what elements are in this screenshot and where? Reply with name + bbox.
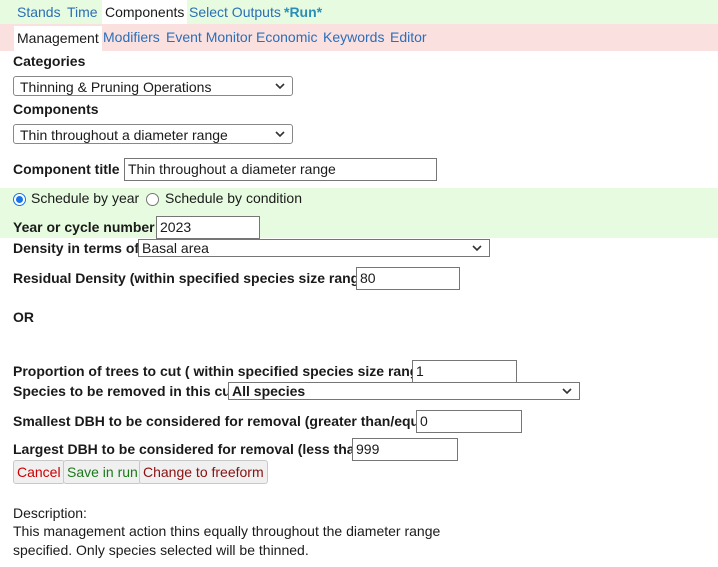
- categories-select-value: Thinning & Pruning Operations: [20, 79, 212, 95]
- tab-select-outputs[interactable]: Select Outputs: [189, 4, 281, 20]
- density-select[interactable]: Basal area: [138, 239, 490, 257]
- component-title-input[interactable]: Thin throughout a diameter range: [124, 158, 437, 181]
- components-select[interactable]: Thin throughout a diameter range: [13, 124, 293, 144]
- species-select-value: All species: [232, 383, 306, 399]
- save-in-run-button[interactable]: Save in run: [63, 460, 142, 484]
- cancel-button[interactable]: Cancel: [13, 460, 65, 484]
- density-select-value: Basal area: [142, 240, 209, 256]
- description-line-2: specified. Only species selected will be…: [13, 542, 309, 558]
- components-label: Components: [13, 101, 99, 117]
- species-select[interactable]: All species: [228, 382, 580, 400]
- tab-economic[interactable]: Economic: [256, 29, 317, 45]
- largest-dbh-input[interactable]: 999: [352, 438, 458, 461]
- smallest-dbh-input[interactable]: 0: [416, 410, 522, 433]
- chevron-down-icon: [275, 83, 285, 90]
- schedule-by-year-radio[interactable]: [13, 193, 26, 206]
- components-select-value: Thin throughout a diameter range: [20, 127, 228, 143]
- tab-components[interactable]: Components: [102, 0, 188, 24]
- tab-event-monitor[interactable]: Event Monitor: [166, 29, 252, 45]
- chevron-down-icon: [472, 245, 482, 252]
- year-label: Year or cycle number: [13, 219, 155, 235]
- smallest-dbh-label: Smallest DBH to be considered for remova…: [13, 413, 436, 429]
- categories-label: Categories: [13, 53, 86, 69]
- tab-run[interactable]: *Run*: [284, 4, 322, 20]
- density-label: Density in terms of: [13, 240, 140, 256]
- proportion-input[interactable]: 1: [412, 360, 517, 383]
- tab-time[interactable]: Time: [67, 4, 98, 20]
- description-heading: Description:: [13, 505, 87, 521]
- chevron-down-icon: [562, 388, 572, 395]
- change-to-freeform-button[interactable]: Change to freeform: [139, 460, 268, 484]
- residual-density-label: Residual Density (within specified speci…: [13, 270, 372, 286]
- tab-management[interactable]: Management: [14, 26, 102, 51]
- residual-density-input[interactable]: 80: [356, 267, 460, 290]
- sub-tab-bar: Management Modifiers Event Monitor Econo…: [0, 24, 718, 51]
- tab-editor[interactable]: Editor: [390, 29, 427, 45]
- top-tab-bar: Stands Time Components Select Outputs *R…: [0, 0, 718, 24]
- tab-modifiers[interactable]: Modifiers: [103, 29, 160, 45]
- tab-stands[interactable]: Stands: [17, 4, 61, 20]
- chevron-down-icon: [275, 131, 285, 138]
- year-input[interactable]: 2023: [156, 216, 260, 239]
- proportion-label: Proportion of trees to cut ( within spec…: [13, 363, 431, 379]
- schedule-by-condition-label: Schedule by condition: [165, 190, 302, 206]
- categories-select[interactable]: Thinning & Pruning Operations: [13, 76, 293, 96]
- tab-keywords[interactable]: Keywords: [323, 29, 384, 45]
- schedule-by-year-label: Schedule by year: [31, 190, 140, 206]
- largest-dbh-label: Largest DBH to be considered for removal…: [13, 441, 368, 457]
- component-title-label: Component title: [13, 161, 120, 177]
- species-label: Species to be removed in this cut: [13, 383, 236, 399]
- or-label: OR: [13, 309, 34, 325]
- schedule-by-condition-radio[interactable]: [146, 193, 159, 206]
- description-line-1: This management action thins equally thr…: [13, 523, 441, 539]
